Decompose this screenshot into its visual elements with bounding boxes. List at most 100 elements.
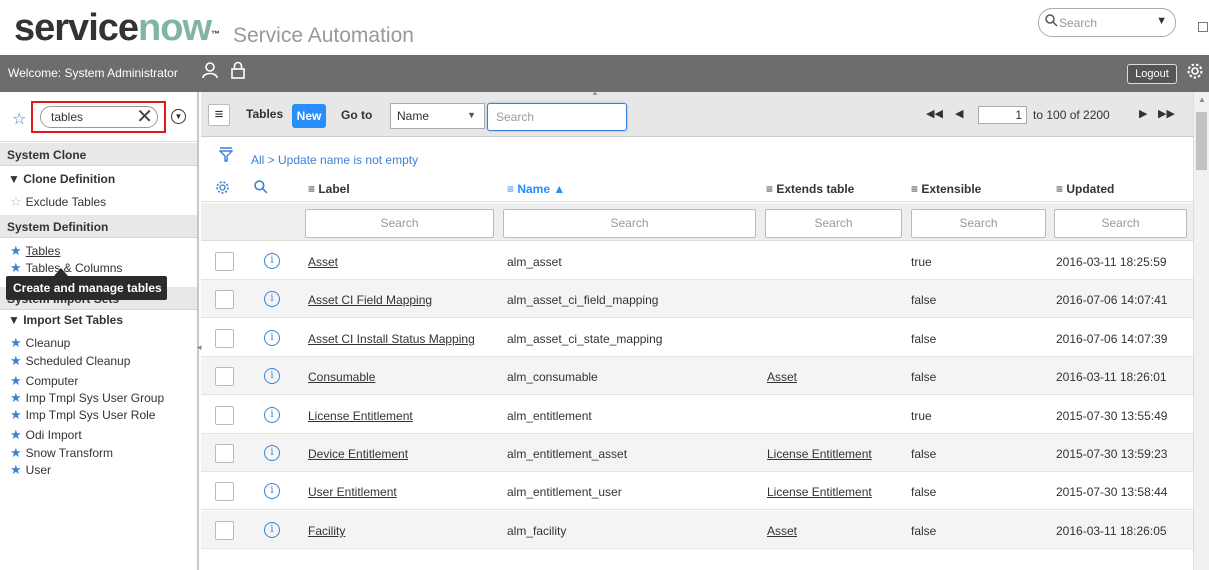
nav-item-imp-tmpl-user-group[interactable]: ★ Imp Tmpl Sys User Group — [10, 390, 164, 406]
cell-label[interactable]: Facility — [308, 524, 345, 538]
label-search-input[interactable]: Search — [305, 209, 494, 238]
nav-item-user[interactable]: ★ User — [10, 462, 51, 478]
star-icon[interactable]: ★ — [10, 335, 22, 350]
info-icon[interactable]: i — [264, 368, 280, 384]
cell-label[interactable]: Consumable — [308, 370, 375, 384]
row-checkbox[interactable] — [215, 406, 234, 425]
section-system-definition[interactable]: System Definition — [0, 215, 197, 238]
logout-button[interactable]: Logout — [1127, 64, 1177, 84]
first-page-icon[interactable]: ◀◀ — [926, 107, 943, 120]
filter-options-icon[interactable]: ▼ — [171, 109, 186, 124]
navigator-filter-input[interactable]: tables ✕ — [40, 106, 158, 128]
star-icon[interactable]: ★ — [10, 260, 22, 275]
nav-item-odi-import[interactable]: ★ Odi Import — [10, 427, 82, 443]
row-checkbox[interactable] — [215, 444, 234, 463]
table-row[interactable]: i Asset CI Field Mapping alm_asset_ci_fiel… — [201, 280, 1193, 318]
star-icon[interactable]: ★ — [10, 243, 22, 258]
vertical-scrollbar[interactable]: ▲ — [1193, 92, 1209, 570]
row-checkbox[interactable] — [215, 482, 234, 501]
column-header-extensible[interactable]: ≡ Extensible — [911, 182, 981, 196]
global-search-input[interactable]: Search ▼ — [1038, 8, 1176, 37]
info-icon[interactable]: i — [264, 522, 280, 538]
module-clone-definition[interactable]: ▼ Clone Definition — [8, 172, 115, 186]
nav-item-computer[interactable]: ★ Computer — [10, 373, 78, 389]
row-checkbox[interactable] — [215, 252, 234, 271]
table-row[interactable]: i Device Entitlement alm_entitlement_asset… — [201, 434, 1193, 472]
page-number-input[interactable]: 1 — [978, 106, 1027, 124]
name-search-input[interactable]: Search — [503, 209, 756, 238]
info-icon[interactable]: i — [264, 291, 280, 307]
nav-item-scheduled-cleanup[interactable]: ★ Scheduled Cleanup — [10, 353, 130, 369]
gear-icon[interactable] — [215, 180, 230, 198]
list-menu-button[interactable]: ≡ — [208, 104, 230, 126]
table-row[interactable]: i Asset CI Install Status Mapping alm_asse… — [201, 319, 1193, 357]
info-icon[interactable]: i — [264, 445, 280, 461]
info-icon[interactable]: i — [264, 407, 280, 423]
goto-field-select[interactable]: Name ▼ — [390, 103, 485, 129]
collapse-banner-icon[interactable]: ▲ — [591, 88, 599, 97]
row-checkbox[interactable] — [215, 329, 234, 348]
extends-search-input[interactable]: Search — [765, 209, 902, 238]
cell-extends-table[interactable]: Asset — [767, 370, 797, 384]
new-button[interactable]: New — [292, 104, 326, 128]
row-checkbox[interactable] — [215, 521, 234, 540]
chevron-down-icon[interactable]: ▼ — [1156, 15, 1167, 27]
info-icon[interactable]: i — [264, 330, 280, 346]
table-row[interactable]: i License Entitlement alm_entitlement true 2… — [201, 396, 1193, 434]
star-icon[interactable]: ★ — [10, 407, 22, 422]
gear-icon[interactable] — [1186, 62, 1204, 85]
table-row[interactable]: i User Entitlement alm_entitlement_user Lic… — [201, 472, 1193, 510]
cell-label[interactable]: Asset CI Install Status Mapping — [308, 332, 475, 346]
user-icon[interactable] — [201, 61, 219, 84]
info-icon[interactable]: i — [264, 483, 280, 499]
cell-extends-table[interactable]: Asset — [767, 524, 797, 538]
column-header-name[interactable]: ≡ Name ▲ — [507, 182, 565, 196]
cell-label[interactable]: User Entitlement — [308, 485, 397, 499]
star-icon[interactable]: ★ — [10, 462, 22, 477]
star-icon[interactable]: ★ — [10, 373, 22, 388]
scrollbar-thumb[interactable] — [1196, 112, 1207, 170]
star-icon[interactable]: ★ — [10, 353, 22, 368]
window-icon[interactable] — [1198, 22, 1208, 32]
nav-item-exclude-tables[interactable]: ☆ Exclude Tables — [10, 194, 106, 210]
star-icon[interactable]: ★ — [10, 445, 22, 460]
nav-item-snow-transform[interactable]: ★ Snow Transform — [10, 445, 113, 461]
cell-extends-table[interactable]: License Entitlement — [767, 485, 872, 499]
star-outline-icon[interactable]: ☆ — [10, 194, 22, 209]
table-row[interactable]: i Consumable alm_consumable Asset false 2016-… — [201, 357, 1193, 395]
star-icon[interactable]: ★ — [10, 427, 22, 442]
star-icon[interactable]: ★ — [10, 390, 22, 405]
row-checkbox[interactable] — [215, 367, 234, 386]
last-page-icon[interactable]: ▶▶ — [1158, 107, 1175, 120]
next-page-icon[interactable]: ▶ — [1139, 107, 1147, 120]
extensible-search-input[interactable]: Search — [911, 209, 1046, 238]
cell-label[interactable]: Asset — [308, 255, 338, 269]
scroll-up-icon[interactable]: ▲ — [1198, 95, 1206, 104]
goto-search-input[interactable]: Search — [487, 103, 627, 131]
nav-item-cleanup[interactable]: ★ Cleanup — [10, 335, 70, 351]
cell-extends-table[interactable]: License Entitlement — [767, 447, 872, 461]
cell-label[interactable]: Device Entitlement — [308, 447, 408, 461]
row-checkbox[interactable] — [215, 290, 234, 309]
nav-item-imp-tmpl-user-role[interactable]: ★ Imp Tmpl Sys User Role — [10, 407, 155, 423]
column-header-extends-table[interactable]: ≡ Extends table — [766, 182, 854, 196]
column-header-updated[interactable]: ≡ Updated — [1056, 182, 1114, 196]
lock-icon[interactable] — [229, 61, 247, 84]
cell-label[interactable]: Asset CI Field Mapping — [308, 293, 432, 307]
column-header-label[interactable]: ≡ Label — [308, 182, 350, 196]
breadcrumb[interactable]: All > Update name is not empty — [251, 153, 418, 167]
table-row[interactable]: i Asset alm_asset true 2016-03-11 18:25:59 — [201, 242, 1193, 280]
previous-page-icon[interactable]: ◀ — [955, 107, 963, 120]
nav-item-tables[interactable]: ★ Tables — [10, 243, 60, 259]
clear-filter-icon[interactable]: ✕ — [136, 104, 153, 129]
updated-search-input[interactable]: Search — [1054, 209, 1187, 238]
servicenow-logo[interactable]: servicenow™ — [14, 8, 220, 48]
module-import-set-tables[interactable]: ▼ Import Set Tables — [8, 313, 123, 327]
table-row[interactable]: i Facility alm_facility Asset false 2016-03-1… — [201, 511, 1193, 549]
star-outline-icon[interactable]: ☆ — [12, 109, 26, 129]
funnel-icon[interactable] — [218, 146, 234, 165]
info-icon[interactable]: i — [264, 253, 280, 269]
cell-label[interactable]: License Entitlement — [308, 409, 413, 423]
section-system-clone[interactable]: System Clone — [0, 143, 197, 166]
search-icon[interactable] — [254, 180, 268, 197]
